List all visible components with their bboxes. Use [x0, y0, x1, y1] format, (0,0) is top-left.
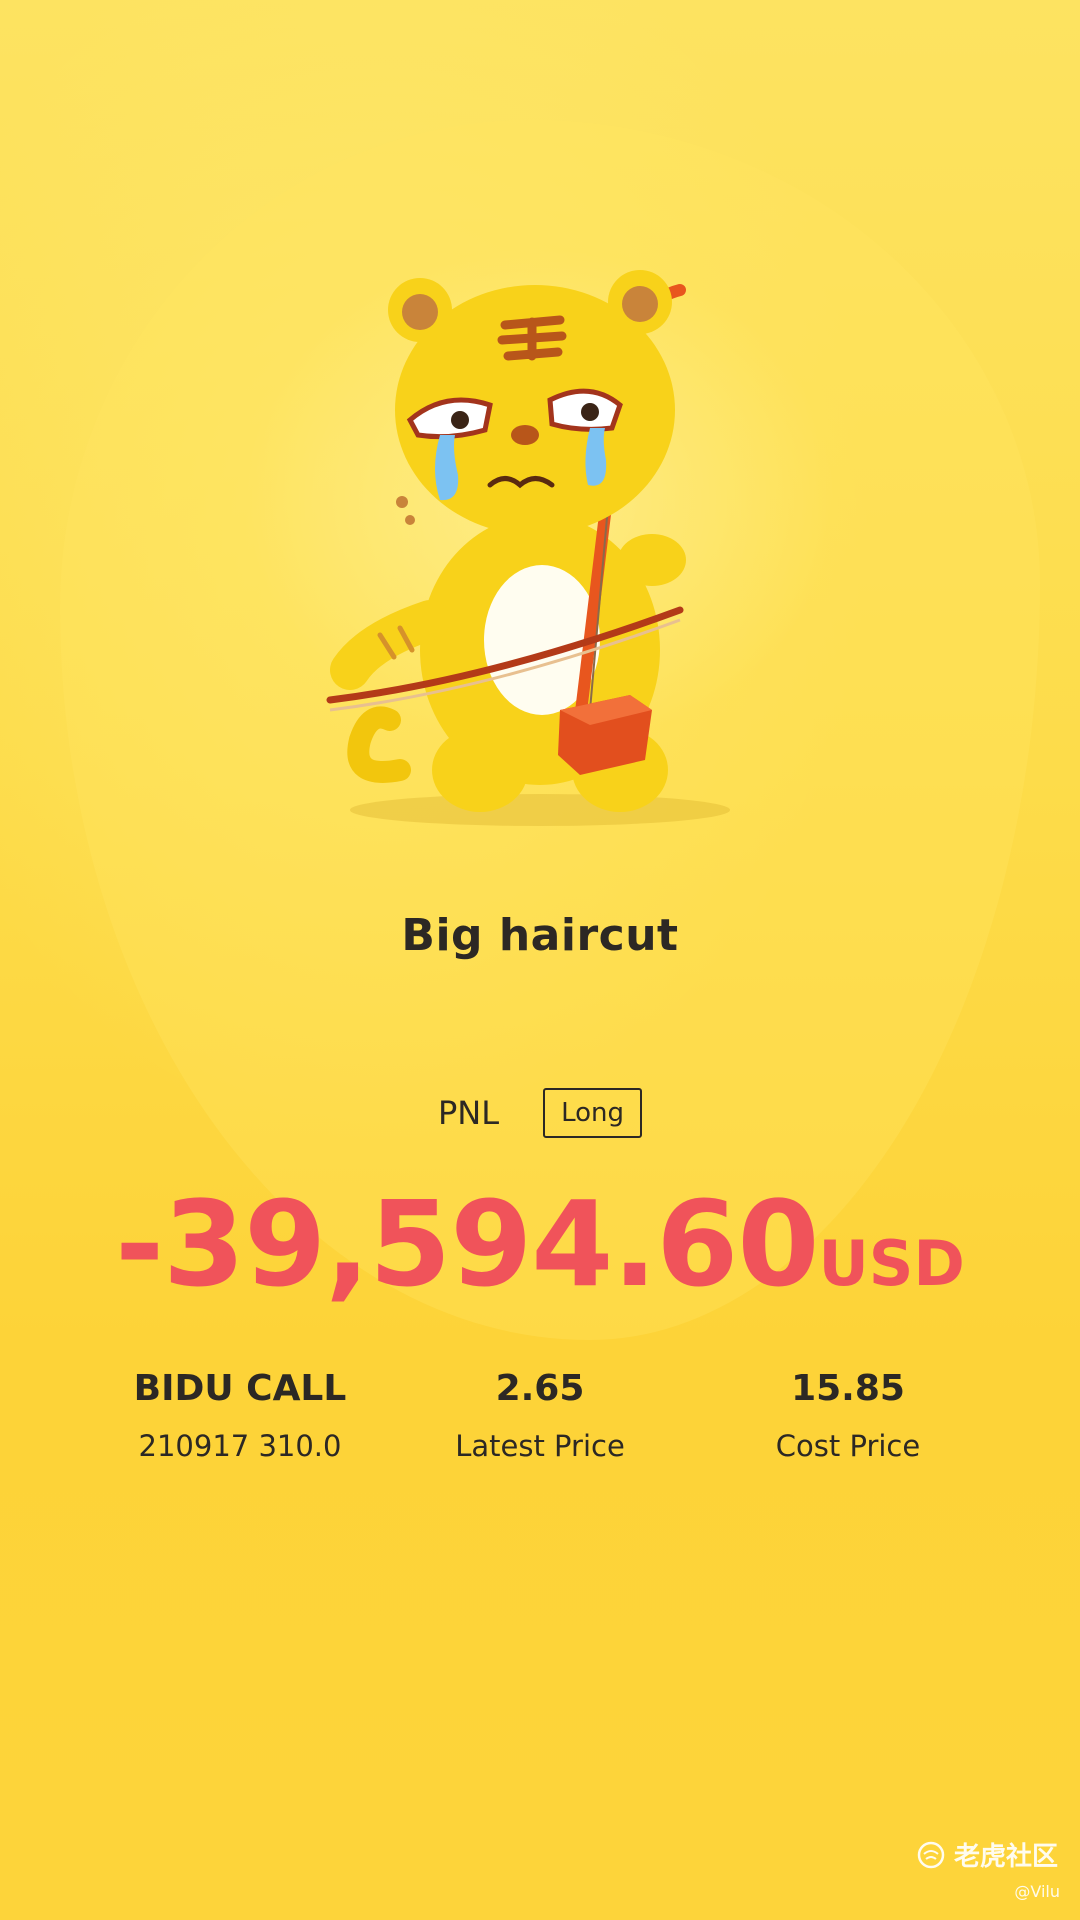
position-tag: Long	[543, 1088, 642, 1138]
tiger-logo-icon	[917, 1841, 945, 1868]
stat-cost-price-label: Cost Price	[775, 1429, 921, 1463]
pnl-label: PNL	[438, 1094, 500, 1132]
stat-symbol-contract: 210917 310.0	[138, 1429, 342, 1463]
stat-symbol: BIDU CALL 210917 310.0	[80, 1368, 400, 1463]
stat-symbol-name: BIDU CALL	[133, 1368, 347, 1409]
pnl-amount-value: -39,594.60	[115, 1175, 819, 1313]
watermark-brand: 老虎社区	[953, 1842, 1058, 1872]
crying-tiger-playing-erhu-icon	[326, 270, 730, 826]
result-title: Big haircut	[401, 910, 679, 961]
watermark: 老虎社区	[916, 1836, 1058, 1873]
stat-latest-price: 2.65 Latest Price	[380, 1368, 700, 1463]
position-stats: BIDU CALL 210917 310.0 2.65 Latest Price…	[0, 1368, 1080, 1488]
pnl-amount: -39,594.60USD	[0, 1175, 1080, 1313]
stat-latest-price-label: Latest Price	[455, 1429, 625, 1463]
stat-latest-price-value: 2.65	[495, 1368, 585, 1409]
stat-cost-price-value: 15.85	[791, 1368, 905, 1409]
pnl-row: PNL Long	[0, 1088, 1080, 1138]
watermark-user: @Vilu	[1014, 1882, 1060, 1901]
stat-cost-price: 15.85 Cost Price	[688, 1368, 1008, 1463]
pnl-currency: USD	[818, 1227, 965, 1300]
